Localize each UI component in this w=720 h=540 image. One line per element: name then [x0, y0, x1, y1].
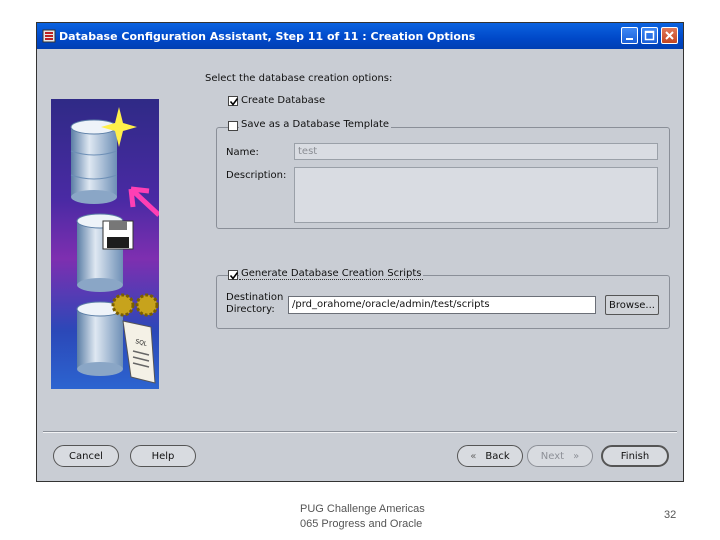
template-description-label: Description:	[226, 170, 287, 181]
footer-line2: 065 Progress and Oracle	[300, 518, 423, 530]
create-database-label: Create Database	[241, 95, 326, 106]
app-icon	[42, 29, 56, 43]
close-icon	[665, 31, 674, 40]
destination-directory-label: Destination Directory:	[226, 292, 283, 316]
slide-footer: PUG Challenge Americas 065 Progress and …	[300, 502, 425, 532]
creation-options-prompt: Select the database creation options:	[205, 73, 393, 84]
browse-button[interactable]: Browse...	[605, 295, 659, 315]
close-button[interactable]	[661, 27, 678, 44]
template-name-label: Name:	[226, 147, 259, 158]
next-button-label: Next	[540, 450, 565, 462]
cancel-button[interactable]: Cancel	[53, 445, 119, 467]
database-sql-gears-icon: SQL	[76, 293, 159, 384]
destination-directory-input[interactable]: /prd_orahome/oracle/admin/test/scripts	[288, 296, 596, 314]
create-database-checkbox[interactable]	[228, 96, 239, 106]
minimize-button[interactable]	[621, 27, 638, 44]
help-button[interactable]: Help	[130, 445, 196, 467]
title-bar: Database Configuration Assistant, Step 1…	[37, 23, 683, 49]
generate-scripts-label: Generate Database Creation Scripts	[239, 268, 424, 280]
destination-label-line1: Destination	[226, 292, 284, 303]
template-description-input[interactable]	[294, 167, 658, 223]
footer-separator	[43, 431, 677, 433]
generate-scripts-checkbox[interactable]	[228, 270, 239, 280]
back-button-label: Back	[485, 450, 510, 462]
finish-button[interactable]: Finish	[601, 445, 669, 467]
dialog-content: SQL Select the database creation options…	[37, 49, 683, 481]
minimize-icon	[626, 38, 633, 40]
dbca-window: Database Configuration Assistant, Step 1…	[36, 22, 684, 482]
slide-page-number: 32	[664, 509, 677, 521]
destination-label-line2: Directory:	[226, 304, 275, 315]
window-title: Database Configuration Assistant, Step 1…	[59, 30, 476, 43]
next-button[interactable]: Next »	[527, 445, 593, 467]
save-template-checkbox[interactable]	[228, 121, 238, 131]
save-template-label: Save as a Database Template	[239, 119, 392, 130]
back-button[interactable]: « Back	[457, 445, 523, 467]
wizard-illustration: SQL	[51, 99, 159, 389]
maximize-button[interactable]	[641, 27, 658, 44]
checkmark-icon	[229, 272, 239, 280]
maximize-icon	[644, 30, 655, 41]
chevron-right-icon: »	[573, 450, 580, 462]
footer-line1: PUG Challenge Americas	[300, 503, 425, 515]
chevron-left-icon: «	[470, 450, 477, 462]
checkmark-icon	[229, 98, 239, 106]
template-name-input[interactable]: test	[294, 143, 658, 160]
